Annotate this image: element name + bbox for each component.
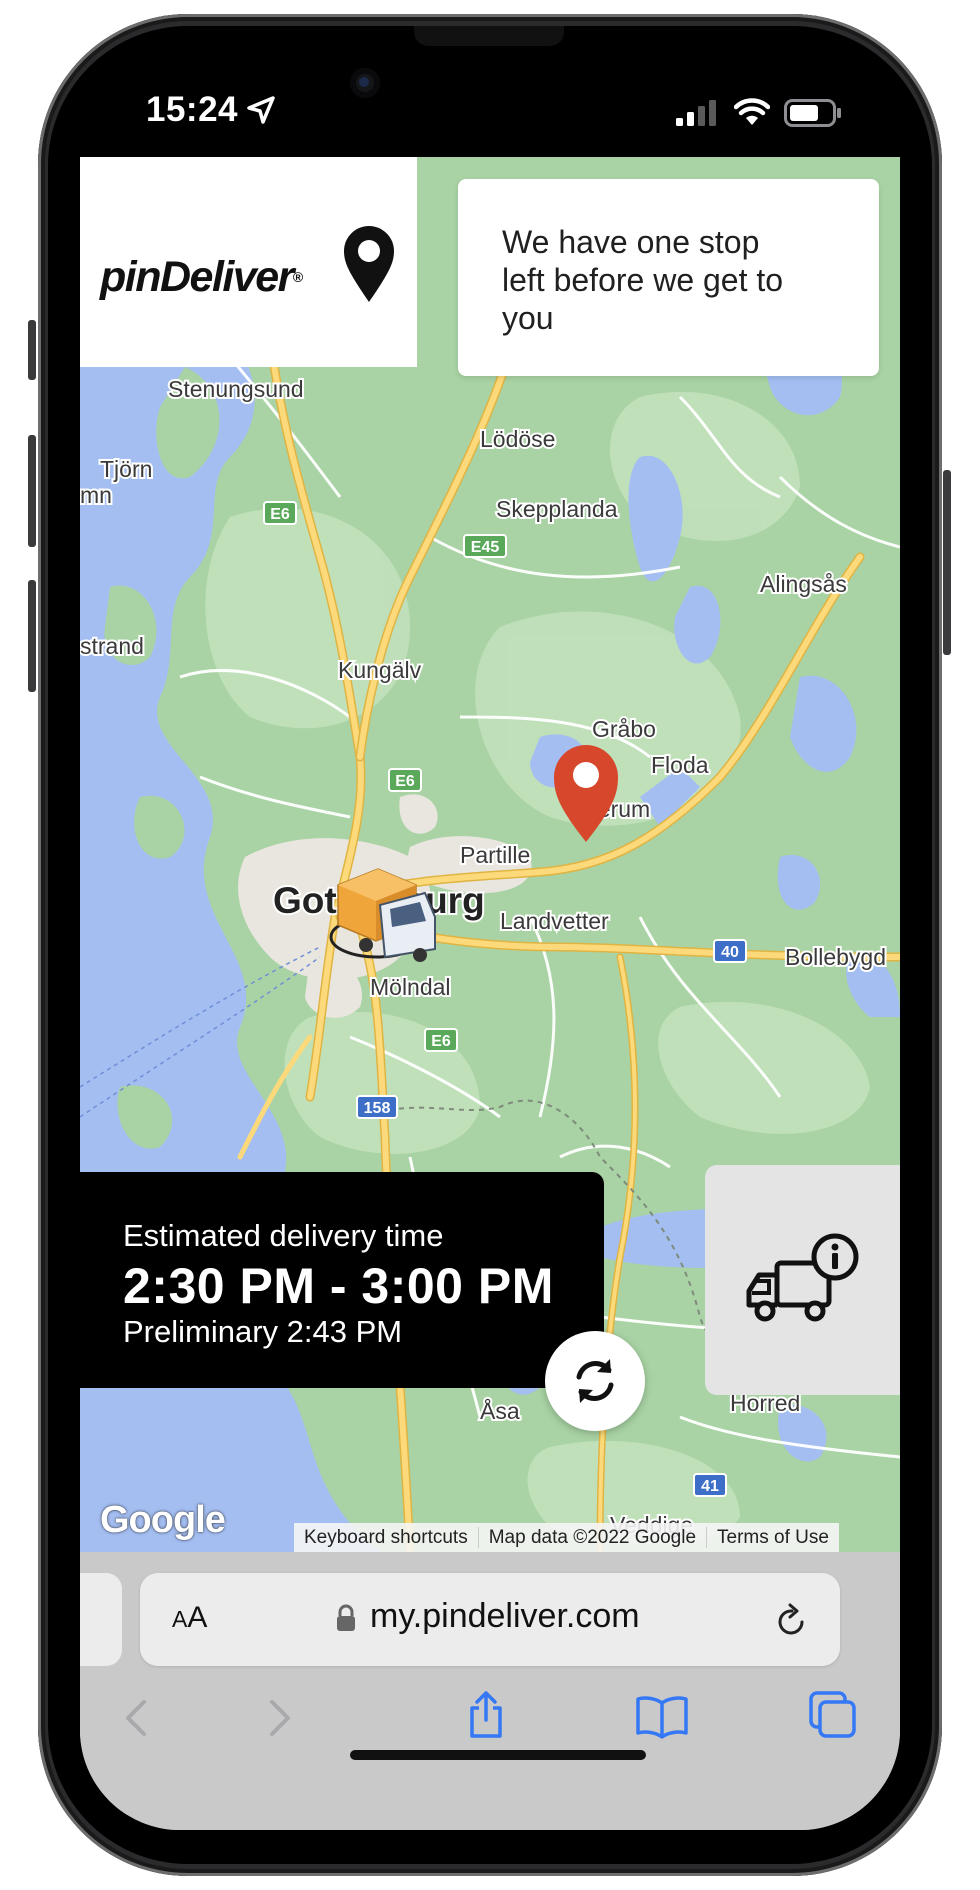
refresh-icon (576, 1359, 614, 1403)
brand-name: pinDeliver (100, 253, 294, 301)
eta-label: Estimated delivery time (123, 1218, 444, 1253)
refresh-button[interactable] (545, 1331, 645, 1431)
terms-of-use-link[interactable]: Terms of Use (706, 1527, 839, 1548)
place-label: Partille (460, 842, 530, 868)
safari-bottom-bar: AA my.pindeliver.com (80, 1552, 900, 1830)
place-label: Lödöse (480, 426, 555, 452)
power-button (943, 470, 951, 655)
road-shield-label: 158 (364, 1100, 391, 1117)
place-label: mn (80, 482, 112, 508)
brand-logo: pinDeliver® (100, 253, 303, 302)
text-size-button[interactable]: AA (172, 1601, 207, 1635)
battery-icon (784, 99, 841, 127)
delivery-status-message: We have one stop left before we get to y… (502, 224, 784, 336)
signal-icon (676, 100, 716, 126)
place-label: Floda (651, 752, 709, 778)
eta-panel: Estimated delivery time 2:30 PM - 3:00 P… (80, 1172, 604, 1388)
road-shield-label: E6 (395, 773, 415, 790)
place-label: strand (80, 633, 144, 659)
wifi-icon (734, 98, 770, 125)
previous-tab-preview[interactable] (80, 1573, 122, 1666)
road-shield-label: E6 (431, 1033, 451, 1050)
road-shield-label: E45 (471, 539, 500, 556)
volume-down-button (28, 580, 36, 692)
place-label: Tjörn (100, 456, 152, 482)
place-label: Gråbo (592, 716, 656, 742)
road-shield-label: 40 (721, 944, 739, 961)
home-indicator[interactable] (350, 1750, 646, 1760)
brand-registered-mark: ® (292, 269, 303, 285)
bookmarks-icon[interactable] (635, 1695, 689, 1739)
place-label: Stenungsund (168, 376, 304, 402)
address-bar[interactable]: AA my.pindeliver.com (140, 1573, 840, 1666)
place-label: Kungälv (338, 657, 422, 683)
volume-up-button (28, 435, 36, 547)
tabs-icon[interactable] (808, 1690, 858, 1740)
forward-icon[interactable] (266, 1698, 296, 1738)
screen: Stenungsund Lödöse Tjörn mn Skepplanda A… (80, 157, 900, 1830)
truck-info-button[interactable] (705, 1165, 900, 1395)
speaker-grille (414, 26, 564, 46)
front-camera (350, 68, 380, 98)
place-label: Alingsås (760, 571, 847, 597)
place-label: Bollebygd (785, 944, 886, 970)
reload-icon[interactable] (776, 1603, 808, 1637)
place-label: Åsa (480, 1397, 520, 1424)
place-label: Mölndal (370, 974, 451, 1000)
map-pin-icon (344, 226, 394, 302)
brand-logo-panel: pinDeliver® (80, 157, 417, 367)
back-icon[interactable] (120, 1698, 150, 1738)
truck-info-icon (746, 1233, 859, 1322)
eta-preliminary: Preliminary 2:43 PM (123, 1314, 403, 1349)
map-data-credit: Map data ©2022 Google (477, 1527, 707, 1548)
url-text: my.pindeliver.com (370, 1597, 640, 1635)
lock-icon (337, 1604, 355, 1631)
map-attribution: Keyboard shortcuts Map data ©2022 Google T… (294, 1523, 839, 1552)
eta-time-range: 2:30 PM - 3:00 PM (123, 1258, 554, 1314)
place-label: Landvetter (500, 908, 609, 934)
road-shield-label: 41 (701, 1478, 719, 1495)
delivery-status-card: We have one stop left before we get to y… (458, 179, 879, 376)
silent-switch (28, 320, 36, 380)
keyboard-shortcuts-link[interactable]: Keyboard shortcuts (294, 1527, 478, 1548)
status-time: 15:24 (146, 90, 239, 129)
google-logo: Google (100, 1499, 226, 1541)
road-shield-label: E6 (270, 506, 290, 523)
location-arrow-icon (247, 96, 275, 124)
share-icon[interactable] (466, 1690, 506, 1740)
place-label: Skepplanda (496, 496, 618, 522)
